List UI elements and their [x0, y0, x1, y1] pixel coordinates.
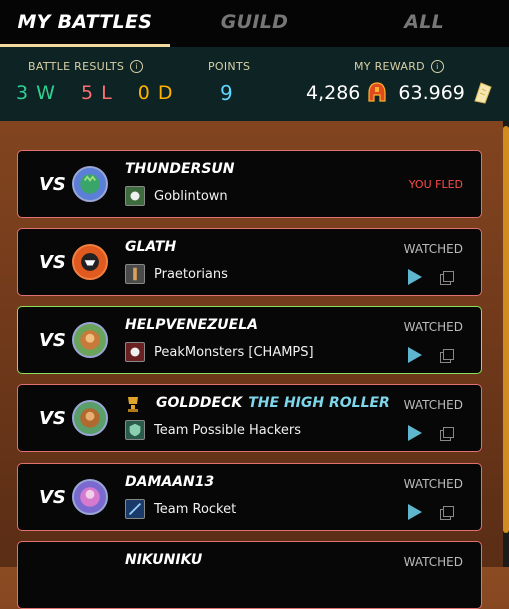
play-icon[interactable]	[408, 504, 422, 520]
guild-icon	[125, 420, 145, 440]
guild-name[interactable]: Praetorians	[154, 267, 228, 282]
battle-status: YOU FLED	[408, 178, 463, 191]
tab-guild[interactable]: GUILD	[170, 0, 340, 47]
guild-row: PeakMonsters [CHAMPS]	[125, 342, 314, 362]
trophy-icon	[128, 397, 138, 412]
gladiator-helmet-icon	[368, 82, 387, 102]
info-icon[interactable]: i	[130, 60, 144, 73]
battle-results: 3 W 5 L 0 D	[16, 82, 192, 104]
opponent-avatar[interactable]	[72, 166, 108, 202]
vs-label: VS	[39, 487, 66, 508]
battle-card[interactable]: VS THUNDERSUN Goblintown YOU FLED	[17, 150, 482, 218]
opponent-name[interactable]: THUNDERSUN	[125, 161, 234, 177]
vs-label: VS	[39, 174, 66, 195]
play-icon[interactable]	[408, 347, 422, 363]
opponent-name[interactable]: DAMAAN13	[125, 474, 214, 490]
battle-actions	[408, 504, 454, 520]
reward-other-amount: 63.969	[398, 82, 465, 104]
player-title: THE HIGH ROLLER	[248, 395, 390, 411]
copy-icon[interactable]	[440, 348, 454, 363]
guild-name[interactable]: Team Possible Hackers	[154, 423, 301, 438]
guild-row: Praetorians	[125, 264, 228, 284]
vs-label: VS	[39, 330, 66, 351]
reward-values: 4,286 63.969	[306, 81, 493, 105]
guild-row: Goblintown	[125, 186, 228, 206]
battle-status: WATCHED	[403, 242, 463, 256]
scroll-card-icon	[474, 82, 492, 104]
points-value: 9	[220, 81, 233, 105]
guild-icon	[125, 499, 145, 519]
copy-icon[interactable]	[440, 505, 454, 520]
reward-token-amount: 4,286	[306, 82, 361, 104]
guild-icon	[125, 342, 145, 362]
scrollbar-thumb[interactable]	[503, 126, 509, 533]
reward-label: MY REWARD	[354, 60, 425, 73]
losses-count: 5 L	[80, 82, 113, 104]
guild-name[interactable]: Team Rocket	[154, 502, 236, 517]
battle-status: WATCHED	[403, 398, 463, 412]
tab-all[interactable]: ALL	[339, 0, 509, 47]
battle-actions	[408, 425, 454, 441]
opponent-name[interactable]: GOLDDECK	[156, 395, 242, 411]
vs-label: VS	[39, 408, 66, 429]
opponent-name-row: GOLDDECK THE HIGH ROLLER	[156, 395, 390, 411]
opponent-name[interactable]: GLATH	[125, 239, 176, 255]
opponent-avatar[interactable]	[72, 244, 108, 280]
battle-card[interactable]: NIKUNIKU WATCHED	[17, 541, 482, 609]
opponent-avatar[interactable]	[72, 479, 108, 515]
battle-status: WATCHED	[403, 477, 463, 491]
guild-name[interactable]: PeakMonsters [CHAMPS]	[154, 345, 314, 360]
opponent-avatar[interactable]	[72, 322, 108, 358]
battle-card[interactable]: VS GLATH Praetorians WATCHED	[17, 228, 482, 296]
vs-label: VS	[39, 252, 66, 273]
battle-results-header: BATTLE RESULTS i	[28, 60, 144, 73]
battle-card[interactable]: VS DAMAAN13 Team Rocket WATCHED	[17, 463, 482, 531]
battle-actions	[408, 269, 454, 285]
opponent-avatar[interactable]	[72, 400, 108, 436]
opponent-name[interactable]: NIKUNIKU	[125, 552, 202, 568]
play-icon[interactable]	[408, 425, 422, 441]
opponent-name[interactable]: HELPVENEZUELA	[125, 317, 258, 333]
copy-icon[interactable]	[440, 270, 454, 285]
battle-stats-panel: BATTLE RESULTS i 3 W 5 L 0 D POINTS 9 MY…	[0, 47, 509, 121]
reward-header: MY REWARD i	[354, 60, 444, 73]
guild-icon	[125, 186, 145, 206]
tab-my-battles[interactable]: MY BATTLES	[0, 0, 170, 47]
wins-count: 3 W	[16, 82, 56, 104]
draws-count: 0 D	[137, 82, 174, 104]
guild-icon	[125, 264, 145, 284]
points-label: POINTS	[208, 60, 251, 73]
guild-name[interactable]: Goblintown	[154, 189, 228, 204]
guild-row: Team Possible Hackers	[125, 420, 301, 440]
copy-icon[interactable]	[440, 426, 454, 441]
guild-row: Team Rocket	[125, 499, 236, 519]
play-icon[interactable]	[408, 269, 422, 285]
battle-card[interactable]: VS HELPVENEZUELA PeakMonsters [CHAMPS] W…	[17, 306, 482, 374]
battle-tabs: MY BATTLES GUILD ALL	[0, 0, 509, 47]
info-icon[interactable]: i	[430, 60, 444, 73]
battle-status: WATCHED	[403, 320, 463, 334]
battle-results-label: BATTLE RESULTS	[28, 60, 125, 73]
battle-card[interactable]: VS GOLDDECK THE HIGH ROLLER Team Possible…	[17, 384, 482, 452]
battle-actions	[408, 347, 454, 363]
